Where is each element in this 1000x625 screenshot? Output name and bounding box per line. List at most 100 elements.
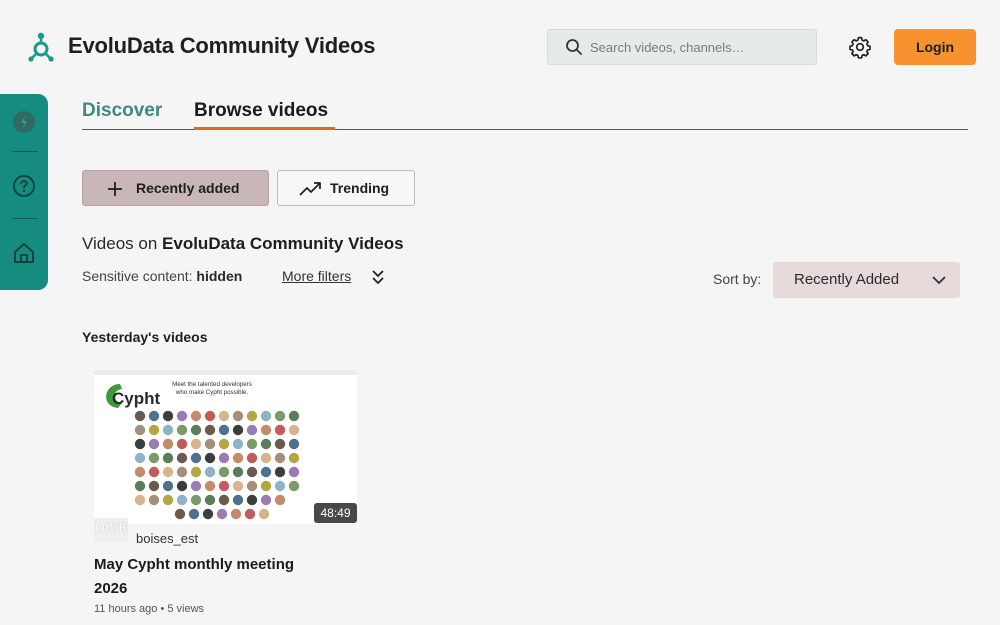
sensitive-content-status: Sensitive content: hidden [82,268,242,284]
contributor-avatar [274,494,286,506]
contributor-avatar [232,438,244,450]
channel-avatar[interactable]: DISE [94,518,128,542]
contributor-avatar [190,438,202,450]
contributor-avatar [246,480,258,492]
contributor-avatar [244,508,256,520]
contributor-avatar [176,424,188,436]
tab-browse-videos[interactable]: Browse videos [194,100,328,122]
thumbnail-image: Cypht Meet the talented developers who m… [94,370,357,524]
contributor-avatar [162,466,174,478]
contributor-avatar [162,424,174,436]
contributor-avatar [246,452,258,464]
contributor-avatar [218,494,230,506]
contributor-avatar [232,480,244,492]
contributor-avatar [288,410,300,422]
contributor-avatar [162,494,174,506]
contributor-avatar [232,466,244,478]
sort-label: Sort by: [713,271,762,287]
contributor-avatar [232,452,244,464]
video-duration: 48:49 [314,503,357,523]
contributor-avatar [148,480,160,492]
contributor-avatar [260,424,272,436]
trending-button[interactable]: Trending [277,170,415,206]
contributor-avatar [162,480,174,492]
contributor-avatar [218,452,230,464]
contributor-avatar [274,466,286,478]
contributor-avatar [288,466,300,478]
contributor-avatar [148,410,160,422]
contributor-avatar [218,480,230,492]
videos-on-heading: Videos on EvoluData Community Videos [82,234,404,254]
site-title[interactable]: EvoluData Community Videos [68,33,376,59]
logo-icon[interactable] [28,31,54,63]
sort-select[interactable]: Recently Added [773,262,960,298]
contributor-avatar [190,494,202,506]
trending-label: Trending [330,180,390,196]
thumbnail-heading-2: who make Cypht possible. [175,389,249,396]
contributor-avatar [148,494,160,506]
login-button[interactable]: Login [894,29,976,65]
contributor-avatar [134,494,146,506]
contributor-avatar [174,508,186,520]
home-icon[interactable] [12,241,36,265]
thumbnail-logo-text: Cypht [112,389,161,408]
contributor-avatar [176,494,188,506]
contributor-avatar [288,424,300,436]
contributor-avatar [246,494,258,506]
contributor-avatar [260,480,272,492]
contributor-avatar [288,452,300,464]
contributor-avatar [190,480,202,492]
contributor-avatar [162,410,174,422]
sensitive-value: hidden [196,268,243,284]
user-avatar-icon[interactable] [12,110,36,134]
contributor-avatar [218,424,230,436]
contributor-avatar [148,452,160,464]
plus-icon [108,182,122,196]
contributor-avatar [232,494,244,506]
help-icon[interactable] [12,174,36,198]
page-tabs: Discover Browse videos [82,98,968,130]
contributor-avatar [246,410,258,422]
video-thumbnail[interactable]: Cypht Meet the talented developers who m… [94,370,357,524]
contributor-avatar [134,452,146,464]
active-tab-indicator [194,127,335,130]
contributor-avatar [148,424,160,436]
video-meta: 11 hours ago • 5 views [94,603,205,615]
contributor-avatar [232,424,244,436]
tab-discover[interactable]: Discover [82,100,162,122]
search-icon[interactable] [565,38,583,56]
contributor-avatar [176,438,188,450]
contributor-avatar [134,466,146,478]
contributor-avatar [274,480,286,492]
video-title[interactable]: May Cypht monthly meeting 2026 [94,553,324,601]
recently-added-button[interactable]: Recently added [82,170,269,206]
trending-icon [299,182,321,196]
search-box[interactable] [547,29,817,65]
gear-icon[interactable] [848,35,872,59]
contributor-avatar [134,424,146,436]
contributor-avatar [260,452,272,464]
svg-text:DISE: DISE [95,519,128,535]
menu-divider [12,151,38,152]
contributor-avatar [176,466,188,478]
channel-name[interactable]: boises_est [136,531,198,546]
contributor-avatar [190,410,202,422]
contributor-avatar [204,410,216,422]
contributor-avatar [176,480,188,492]
contributor-avatar [204,424,216,436]
double-chevron-down-icon[interactable] [371,268,385,286]
chevron-down-icon [932,276,946,285]
contributor-avatar [246,438,258,450]
more-filters-link[interactable]: More filters [282,268,351,284]
contributor-avatar [274,410,286,422]
contributor-avatar [204,466,216,478]
contributor-avatar [246,466,258,478]
contributor-avatar [218,466,230,478]
contributor-avatar [218,438,230,450]
section-title: Yesterday's videos [82,329,208,345]
search-input[interactable] [590,30,810,64]
sort-value: Recently Added [794,271,900,288]
contributor-avatar [204,452,216,464]
contributor-avatar [176,410,188,422]
contributor-avatar [246,424,258,436]
